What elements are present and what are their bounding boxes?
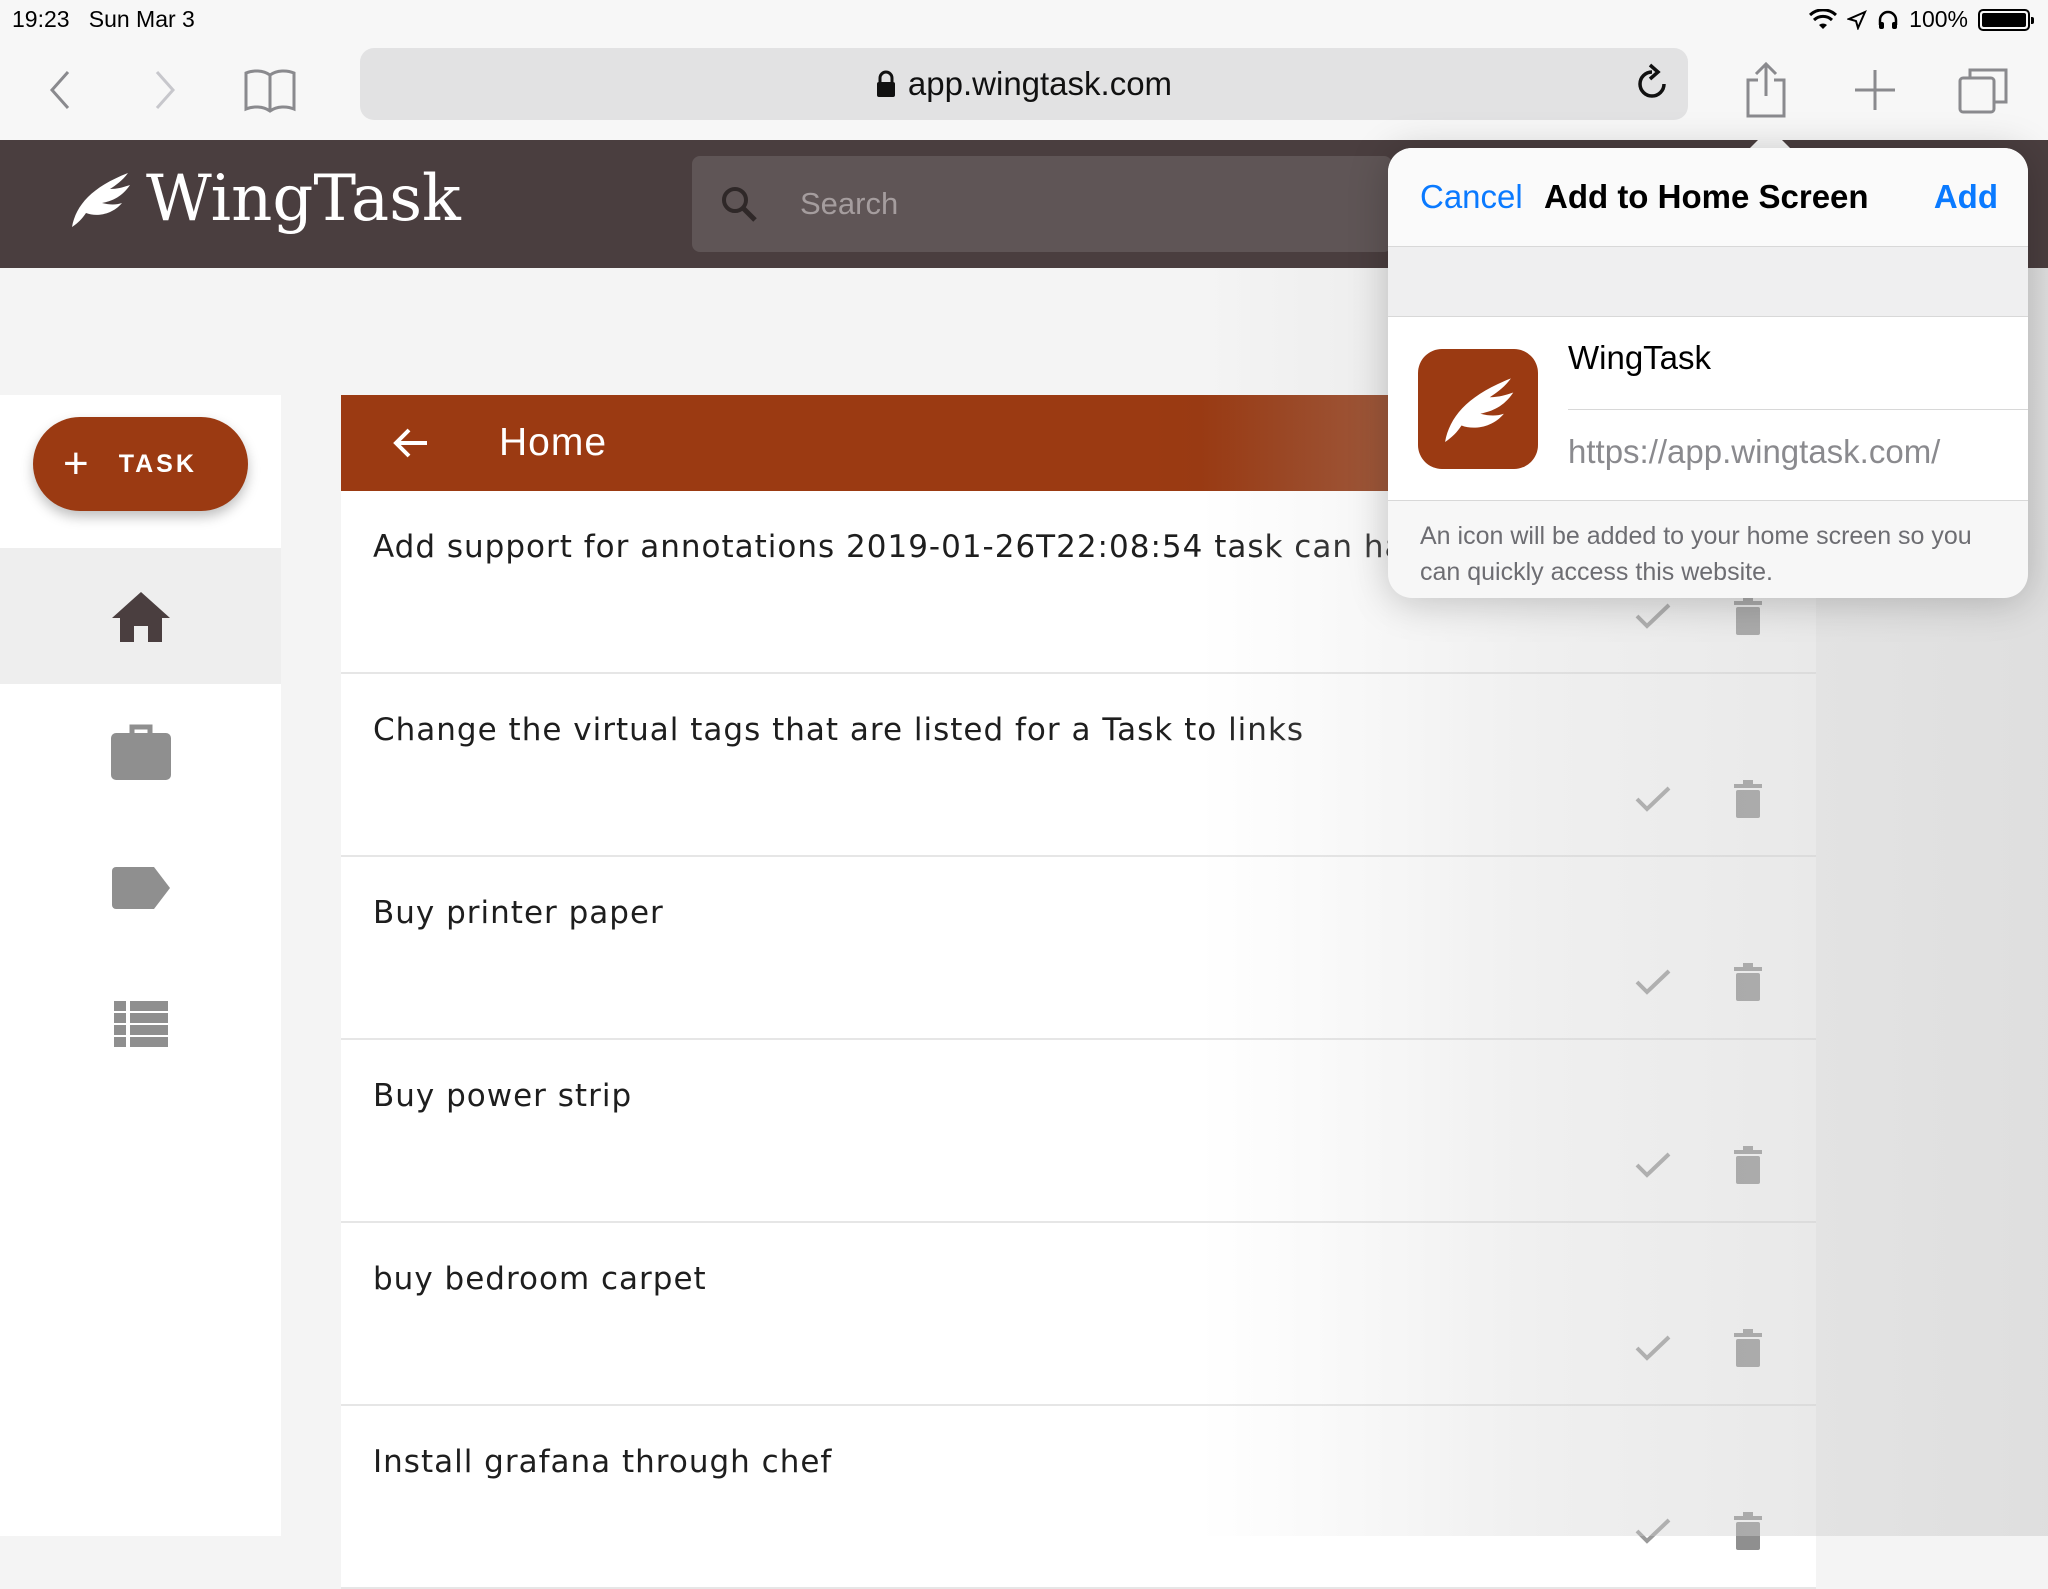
- app-logo[interactable]: WingTask: [66, 162, 461, 236]
- bookmarks-button[interactable]: [240, 60, 300, 120]
- delete-trash-icon[interactable]: [1734, 1329, 1762, 1367]
- complete-check-icon[interactable]: [1635, 1334, 1671, 1362]
- task-description: Buy power strip: [373, 1078, 633, 1114]
- app-name-field[interactable]: WingTask: [1568, 339, 1711, 377]
- task-description: Change the virtual tags that are listed …: [373, 712, 1305, 748]
- address-bar[interactable]: app.wingtask.com: [360, 48, 1688, 120]
- delete-trash-icon[interactable]: [1734, 780, 1762, 818]
- task-description: Buy printer paper: [373, 895, 664, 931]
- status-right: 100%: [1809, 6, 2034, 33]
- popover-spacer: [1388, 247, 2028, 317]
- status-date: Sun Mar 3: [88, 6, 195, 32]
- app-name: WingTask: [146, 162, 461, 236]
- home-icon: [111, 592, 170, 642]
- plus-icon: [1855, 70, 1895, 110]
- location-icon: [1847, 9, 1868, 30]
- plus-icon: +: [63, 439, 89, 488]
- sidebar-item-reports[interactable]: [0, 956, 281, 1092]
- briefcase-icon: [110, 724, 171, 780]
- search-input[interactable]: [798, 185, 1362, 223]
- chevron-right-icon: [155, 71, 176, 109]
- task-row[interactable]: buy bedroom carpet: [341, 1223, 1816, 1406]
- tabs-icon: [1958, 68, 2008, 114]
- battery-icon: [1978, 8, 2034, 31]
- add-to-home-screen-popover: Cancel Add to Home Screen Add WingTask h…: [1388, 148, 2028, 598]
- delete-trash-icon[interactable]: [1734, 1146, 1762, 1184]
- complete-check-icon[interactable]: [1635, 1517, 1671, 1545]
- share-icon: [1746, 62, 1786, 118]
- task-description: Install grafana through chef: [373, 1444, 833, 1480]
- task-row[interactable]: Install grafana through chef: [341, 1406, 1816, 1589]
- wifi-icon: [1809, 8, 1838, 29]
- forward-button[interactable]: [135, 60, 195, 120]
- book-icon: [244, 69, 296, 113]
- status-bar: 19:23 Sun Mar 3 100%: [0, 0, 2048, 40]
- cancel-button[interactable]: Cancel: [1420, 178, 1523, 216]
- share-button[interactable]: [1736, 60, 1796, 120]
- back-button[interactable]: [30, 60, 90, 120]
- reload-button[interactable]: [1634, 62, 1670, 110]
- app-url: https://app.wingtask.com/: [1568, 433, 1941, 470]
- popover-arrow: [1748, 128, 1792, 150]
- complete-check-icon[interactable]: [1635, 968, 1671, 996]
- add-button[interactable]: Add: [1934, 178, 1998, 216]
- sidebar: + TASK: [0, 395, 281, 1536]
- status-time: 19:23: [12, 6, 70, 32]
- lock-icon: [876, 70, 895, 97]
- sidebar-item-projects[interactable]: [0, 684, 281, 820]
- popover-note: An icon will be added to your home scree…: [1420, 522, 1972, 586]
- list-icon: [113, 1001, 168, 1047]
- divider: [1568, 409, 2028, 410]
- status-time-date: 19:23 Sun Mar 3: [12, 6, 195, 33]
- delete-trash-icon[interactable]: [1734, 963, 1762, 1001]
- task-description: buy bedroom carpet: [373, 1261, 707, 1297]
- complete-check-icon[interactable]: [1635, 602, 1671, 630]
- task-row[interactable]: Buy printer paper: [341, 857, 1816, 1040]
- sidebar-item-home[interactable]: [0, 548, 281, 684]
- app-icon: [1418, 349, 1538, 469]
- back-arrow-button[interactable]: [393, 427, 429, 459]
- wing-logo-icon: [72, 173, 130, 227]
- complete-check-icon[interactable]: [1635, 785, 1671, 813]
- headphones-icon: [1878, 10, 1898, 29]
- page-title: Home: [499, 421, 608, 464]
- tag-icon: [111, 867, 170, 909]
- search-box[interactable]: [692, 156, 1392, 252]
- task-row[interactable]: Change the virtual tags that are listed …: [341, 674, 1816, 857]
- new-tab-button[interactable]: [1845, 60, 1905, 120]
- arrow-left-icon: [393, 428, 427, 458]
- search-icon: [722, 187, 757, 222]
- add-task-button[interactable]: + TASK: [33, 417, 248, 511]
- add-task-label: TASK: [118, 449, 197, 478]
- delete-trash-icon[interactable]: [1734, 1512, 1762, 1550]
- task-description: Add support for annotations 2019-01-26T2…: [373, 529, 1444, 565]
- browser-toolbar: app.wingtask.com: [0, 40, 2048, 140]
- wing-logo-icon: [1445, 378, 1514, 442]
- tabs-button[interactable]: [1953, 60, 2013, 120]
- delete-trash-icon[interactable]: [1734, 597, 1762, 635]
- chevron-left-icon: [49, 71, 70, 109]
- sidebar-item-tags[interactable]: [0, 820, 281, 956]
- task-row[interactable]: Buy power strip: [341, 1040, 1816, 1223]
- popover-title: Add to Home Screen: [1544, 178, 1869, 215]
- reload-icon: [1638, 63, 1666, 98]
- url-text: app.wingtask.com: [907, 65, 1173, 102]
- battery-percent: 100%: [1909, 6, 1968, 32]
- complete-check-icon[interactable]: [1635, 1151, 1671, 1179]
- popover-header: Cancel Add to Home Screen Add: [1388, 148, 2028, 247]
- popover-app-info: WingTask https://app.wingtask.com/: [1388, 317, 2028, 501]
